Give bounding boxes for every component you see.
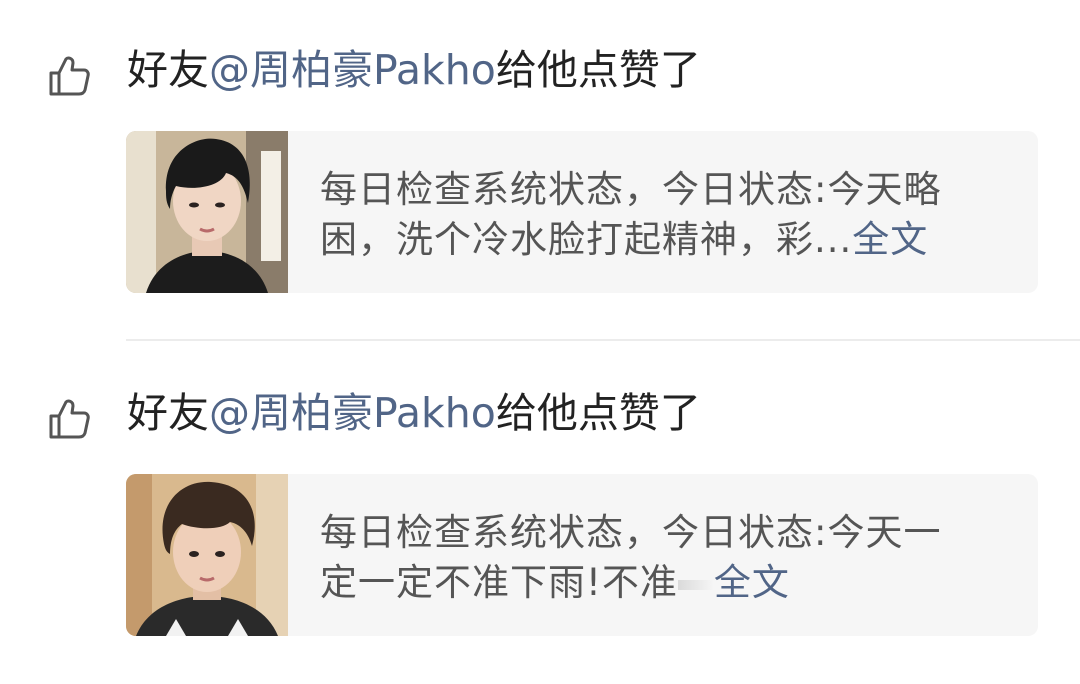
like-notice-text: 好友@周柏豪Pakho给他点赞了 bbox=[127, 42, 701, 98]
friend-mention-link[interactable]: @周柏豪Pakho bbox=[209, 389, 496, 437]
like-notice: 好友@周柏豪Pakho给他点赞了 bbox=[0, 385, 1080, 441]
post-thumbnail[interactable] bbox=[126, 474, 288, 636]
like-notice: 好友@周柏豪Pakho给他点赞了 bbox=[0, 42, 1080, 98]
post-card[interactable]: 每日检查系统状态，今日状态:今天一 定一定不准下雨!不准 全文 bbox=[126, 474, 1038, 636]
post-excerpt: 每日检查系统状态，今日状态:今天一 定一定不准下雨!不准 全文 bbox=[320, 508, 1010, 608]
post-card[interactable]: 每日检查系统状态，今日状态:今天略 困，洗个冷水脸打起精神，彩...全文 bbox=[126, 131, 1038, 293]
text-fade-overlay bbox=[677, 579, 714, 590]
post-excerpt: 每日检查系统状态，今日状态:今天略 困，洗个冷水脸打起精神，彩...全文 bbox=[320, 165, 1010, 265]
post-excerpt-text: 定一定不准下雨!不准 bbox=[320, 561, 678, 604]
like-notice-text: 好友@周柏豪Pakho给他点赞了 bbox=[127, 385, 701, 441]
feed-item: 好友@周柏豪Pakho给他点赞了 每日检查系统状态，今日状态:今天一 定一定不准… bbox=[0, 343, 1080, 684]
read-full-text-link[interactable]: 全文 bbox=[852, 218, 928, 261]
feed-item: 好友@周柏豪Pakho给他点赞了 每日检查系统状态，今日状态:今天略 困，洗个冷… bbox=[0, 0, 1080, 341]
like-prefix: 好友 bbox=[127, 46, 209, 94]
post-thumbnail[interactable] bbox=[126, 131, 288, 293]
thumbs-up-icon bbox=[47, 397, 91, 441]
post-excerpt-line: 每日检查系统状态，今日状态:今天略 bbox=[320, 168, 942, 211]
post-excerpt-line: 困，洗个冷水脸打起精神，彩...全文 bbox=[320, 215, 1010, 265]
like-suffix: 给他点赞了 bbox=[495, 389, 701, 437]
like-prefix: 好友 bbox=[127, 389, 209, 437]
post-excerpt-line: 定一定不准下雨!不准 全文 bbox=[320, 558, 1010, 608]
friend-mention-link[interactable]: @周柏豪Pakho bbox=[209, 46, 496, 94]
post-excerpt-line: 每日检查系统状态，今日状态:今天一 bbox=[320, 511, 942, 554]
post-excerpt-text: 困，洗个冷水脸打起精神，彩... bbox=[320, 218, 853, 261]
thumbs-up-icon bbox=[47, 54, 91, 98]
like-suffix: 给他点赞了 bbox=[495, 46, 701, 94]
read-full-text-link[interactable]: 全文 bbox=[714, 561, 790, 604]
feed-divider bbox=[126, 339, 1080, 341]
